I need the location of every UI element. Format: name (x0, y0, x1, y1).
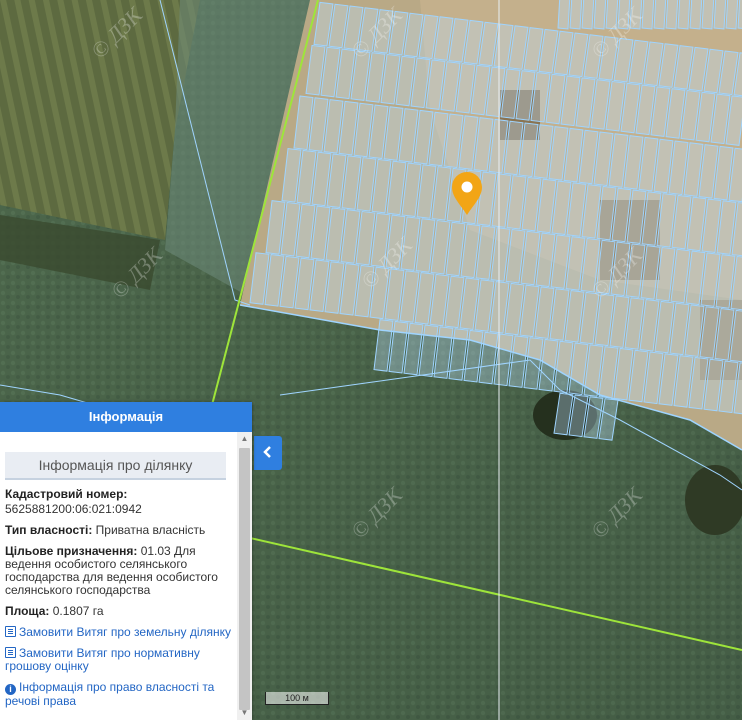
parcel[interactable] (689, 0, 703, 30)
panel-header: Інформація (0, 402, 252, 432)
parcel[interactable] (581, 0, 595, 30)
ownership-value: Приватна власність (95, 523, 206, 537)
scroll-up-arrow[interactable]: ▲ (237, 432, 252, 446)
collapse-panel-button[interactable] (254, 436, 282, 470)
order-extract-label: Замовити Витяг про земельну ділянку (19, 625, 232, 639)
order-extract-link[interactable]: Замовити Витяг про земельну ділянку (5, 626, 236, 639)
chevron-left-icon (263, 446, 271, 458)
parcel[interactable] (677, 0, 691, 30)
panel-body: Інформація про ділянку Кадастровий номер… (0, 432, 236, 720)
ownership-row: Тип власності: Приватна власність (5, 524, 236, 537)
order-valuation-label: Замовити Витяг про нормативну грошову оц… (5, 646, 200, 673)
document-icon (5, 647, 16, 658)
parcel[interactable] (665, 0, 679, 30)
parcel[interactable] (593, 0, 607, 30)
ownership-rights-label: Інформація про право власності та речові… (5, 680, 215, 708)
section-title: Інформація про ділянку (5, 452, 226, 480)
parcel[interactable] (641, 0, 655, 30)
parcel[interactable] (557, 0, 571, 30)
order-valuation-link[interactable]: Замовити Витяг про нормативну грошову оц… (5, 647, 236, 673)
scroll-thumb[interactable] (239, 448, 250, 710)
area-label: Площа: (5, 604, 50, 618)
ownership-rights-link[interactable]: i Інформація про право власності та речов… (5, 681, 236, 708)
scale-bar: 100 м (265, 692, 329, 705)
purpose-row: Цільове призначення: 01.03 Для ведення о… (5, 545, 236, 597)
parcel[interactable] (725, 0, 739, 30)
cadastral-value: 5625881200:06:021:0942 (5, 502, 142, 516)
parcel[interactable] (701, 0, 715, 30)
cadastral-label: Кадастровий номер: (5, 487, 128, 501)
ownership-label: Тип власності: (5, 523, 93, 537)
purpose-label: Цільове призначення: (5, 544, 138, 558)
cadastral-row: Кадастровий номер: (5, 488, 236, 501)
area-value: 0.1807 га (52, 604, 104, 618)
info-panel: Інформація Інформація про ділянку Кадаст… (0, 402, 252, 720)
area-row: Площа: 0.1807 га (5, 605, 236, 618)
document-icon (5, 626, 16, 637)
parcel[interactable] (569, 0, 583, 30)
scroll-down-arrow[interactable]: ▼ (237, 706, 252, 720)
info-icon: i (5, 684, 16, 695)
parcel[interactable] (713, 0, 727, 30)
panel-scrollbar[interactable]: ▲ ▼ (237, 432, 252, 720)
parcel[interactable] (653, 0, 667, 30)
